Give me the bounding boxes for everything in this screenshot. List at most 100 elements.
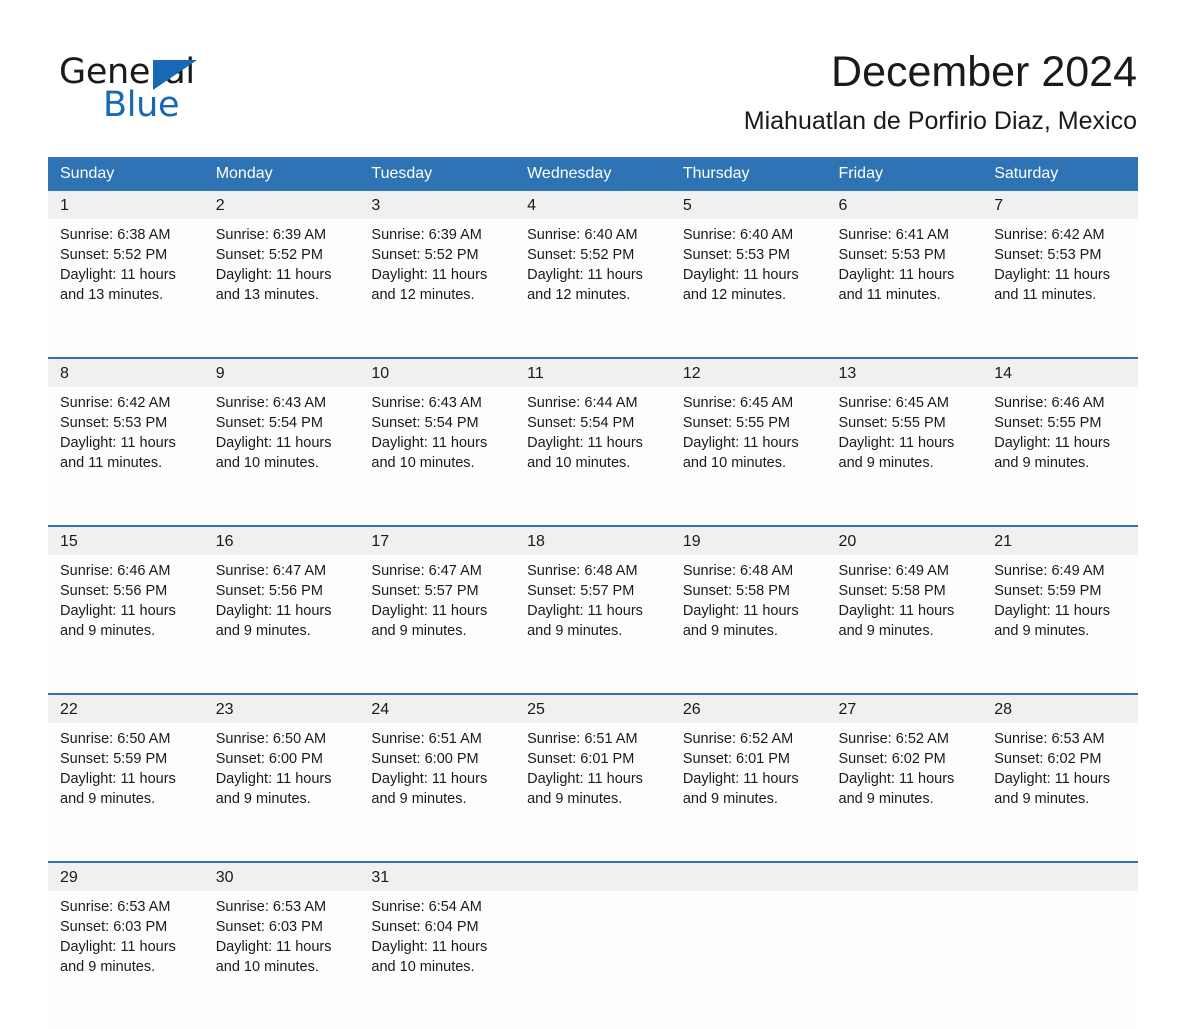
daylight-text-line2: and 9 minutes. <box>838 623 934 639</box>
sunrise-text: Sunrise: 6:47 AM <box>215 563 327 579</box>
day-number: 25 <box>515 693 671 723</box>
day-number: 11 <box>515 357 671 387</box>
daylight-text-line2: and 9 minutes. <box>682 623 778 639</box>
daylight-text-line1: Daylight: 11 hours <box>60 939 176 955</box>
daylight-text-line2: and 11 minutes. <box>994 287 1097 303</box>
sunrise-text: Sunrise: 6:38 AM <box>60 227 171 243</box>
day-number: 14 <box>982 357 1138 387</box>
week-4-numbers-row: 22 23 24 25 26 27 28 <box>48 693 1138 723</box>
sunrise-text: Sunrise: 6:51 AM <box>527 731 638 747</box>
day-cell: Sunrise: 6:39 AM Sunset: 5:52 PM Dayligh… <box>203 219 360 358</box>
sunrise-text: Sunrise: 6:41 AM <box>838 227 949 243</box>
daylight-text-line1: Daylight: 11 hours <box>527 435 643 451</box>
daylight-text-line2: and 13 minutes. <box>215 287 319 303</box>
week-2-details-row: Sunrise: 6:42 AM Sunset: 5:53 PM Dayligh… <box>48 387 1138 526</box>
daylight-text-line1: Daylight: 11 hours <box>994 603 1111 619</box>
day-cell: Sunrise: 6:49 AM Sunset: 5:59 PM Dayligh… <box>982 555 1138 694</box>
sunrise-text: Sunrise: 6:44 AM <box>527 395 638 411</box>
day-cell: Sunrise: 6:46 AM Sunset: 5:56 PM Dayligh… <box>48 555 204 694</box>
day-cell: Sunrise: 6:43 AM Sunset: 5:54 PM Dayligh… <box>203 387 360 526</box>
sunset-text: Sunset: 6:02 PM <box>994 751 1102 767</box>
sunset-text: Sunset: 5:54 PM <box>527 415 635 431</box>
day-number: 15 <box>48 525 204 555</box>
weekday-header-wednesday: Wednesday <box>515 157 671 191</box>
day-cell: Sunrise: 6:54 AM Sunset: 6:04 PM Dayligh… <box>359 891 516 1029</box>
sunrise-text: Sunrise: 6:47 AM <box>371 563 482 579</box>
daylight-text-line2: and 10 minutes. <box>215 959 319 975</box>
sunset-text: Sunset: 5:52 PM <box>215 247 323 263</box>
daylight-text-line1: Daylight: 11 hours <box>527 267 643 283</box>
day-cell: Sunrise: 6:51 AM Sunset: 6:01 PM Dayligh… <box>515 723 671 862</box>
day-cell: Sunrise: 6:42 AM Sunset: 5:53 PM Dayligh… <box>48 387 204 526</box>
day-cell: Sunrise: 6:53 AM Sunset: 6:03 PM Dayligh… <box>48 891 204 1029</box>
day-number: 27 <box>826 693 983 723</box>
day-cell: Sunrise: 6:45 AM Sunset: 5:55 PM Dayligh… <box>826 387 983 526</box>
sunset-text: Sunset: 5:52 PM <box>527 247 635 263</box>
day-cell: Sunrise: 6:50 AM Sunset: 6:00 PM Dayligh… <box>203 723 360 862</box>
sunset-text: Sunset: 5:56 PM <box>215 583 323 599</box>
day-cell: Sunrise: 6:52 AM Sunset: 6:02 PM Dayligh… <box>826 723 983 862</box>
day-number: 24 <box>359 693 516 723</box>
day-number: 5 <box>670 191 827 219</box>
calendar-grid: Sunday Monday Tuesday Wednesday Thursday… <box>48 157 1138 1029</box>
day-cell: Sunrise: 6:38 AM Sunset: 5:52 PM Dayligh… <box>48 219 204 358</box>
sunrise-text: Sunrise: 6:50 AM <box>60 731 171 747</box>
sunset-text: Sunset: 5:53 PM <box>60 415 168 431</box>
sunrise-text: Sunrise: 6:45 AM <box>682 395 794 411</box>
weekday-header-tuesday: Tuesday <box>359 157 516 191</box>
sunset-text: Sunset: 6:01 PM <box>682 751 791 767</box>
sunrise-text: Sunrise: 6:50 AM <box>215 731 327 747</box>
daylight-text-line1: Daylight: 11 hours <box>838 603 955 619</box>
day-number: 6 <box>826 191 983 219</box>
daylight-text-line2: and 9 minutes. <box>371 791 467 807</box>
daylight-text-line1: Daylight: 11 hours <box>371 267 488 283</box>
day-number: 8 <box>48 357 204 387</box>
sunset-text: Sunset: 5:54 PM <box>215 415 323 431</box>
day-cell: Sunrise: 6:53 AM Sunset: 6:02 PM Dayligh… <box>982 723 1138 862</box>
daylight-text-line2: and 12 minutes. <box>682 287 786 303</box>
day-cell: Sunrise: 6:39 AM Sunset: 5:52 PM Dayligh… <box>359 219 516 358</box>
page-header: General Blue December 2024 Miahuatlan de… <box>0 0 1188 155</box>
sunrise-text: Sunrise: 6:42 AM <box>60 395 171 411</box>
sunset-text: Sunset: 5:59 PM <box>60 751 168 767</box>
sunset-text: Sunset: 5:58 PM <box>682 583 791 599</box>
sunrise-text: Sunrise: 6:39 AM <box>215 227 327 243</box>
day-number: 9 <box>203 357 360 387</box>
day-number: 28 <box>982 693 1138 723</box>
day-number-empty <box>515 861 671 891</box>
day-cell: Sunrise: 6:45 AM Sunset: 5:55 PM Dayligh… <box>670 387 827 526</box>
calendar-header-row: Sunday Monday Tuesday Wednesday Thursday… <box>48 157 1138 191</box>
day-number: 10 <box>359 357 516 387</box>
sunset-text: Sunset: 5:53 PM <box>682 247 791 263</box>
daylight-text-line1: Daylight: 11 hours <box>215 435 332 451</box>
daylight-text-line1: Daylight: 11 hours <box>371 771 488 787</box>
sunset-text: Sunset: 5:58 PM <box>838 583 946 599</box>
day-cell-empty <box>826 891 983 1029</box>
daylight-text-line2: and 12 minutes. <box>371 287 475 303</box>
page-title: December 2024 <box>831 48 1137 96</box>
daylight-text-line2: and 11 minutes. <box>60 455 163 471</box>
day-cell: Sunrise: 6:43 AM Sunset: 5:54 PM Dayligh… <box>359 387 516 526</box>
day-cell: Sunrise: 6:40 AM Sunset: 5:52 PM Dayligh… <box>515 219 671 358</box>
daylight-text-line2: and 9 minutes. <box>60 959 156 975</box>
day-cell: Sunrise: 6:48 AM Sunset: 5:57 PM Dayligh… <box>515 555 671 694</box>
daylight-text-line1: Daylight: 11 hours <box>682 603 799 619</box>
weekday-header-thursday: Thursday <box>670 157 827 191</box>
daylight-text-line1: Daylight: 11 hours <box>682 435 799 451</box>
sunrise-text: Sunrise: 6:51 AM <box>371 731 482 747</box>
week-3-details-row: Sunrise: 6:46 AM Sunset: 5:56 PM Dayligh… <box>48 555 1138 694</box>
sunset-text: Sunset: 5:53 PM <box>838 247 946 263</box>
week-4-details-row: Sunrise: 6:50 AM Sunset: 5:59 PM Dayligh… <box>48 723 1138 862</box>
daylight-text-line2: and 9 minutes. <box>527 791 623 807</box>
daylight-text-line2: and 12 minutes. <box>527 287 631 303</box>
sunset-text: Sunset: 5:52 PM <box>60 247 168 263</box>
sunrise-text: Sunrise: 6:45 AM <box>838 395 949 411</box>
day-cell-empty <box>982 891 1138 1029</box>
sunrise-text: Sunrise: 6:54 AM <box>371 899 482 915</box>
weekday-header-friday: Friday <box>826 157 983 191</box>
daylight-text-line1: Daylight: 11 hours <box>994 771 1111 787</box>
daylight-text-line1: Daylight: 11 hours <box>371 939 488 955</box>
calendar-body: 1 2 3 4 5 6 7 Sunrise: 6:38 AM Sunset: 5… <box>48 191 1138 1029</box>
sunset-text: Sunset: 5:59 PM <box>994 583 1102 599</box>
day-number-empty <box>826 861 983 891</box>
